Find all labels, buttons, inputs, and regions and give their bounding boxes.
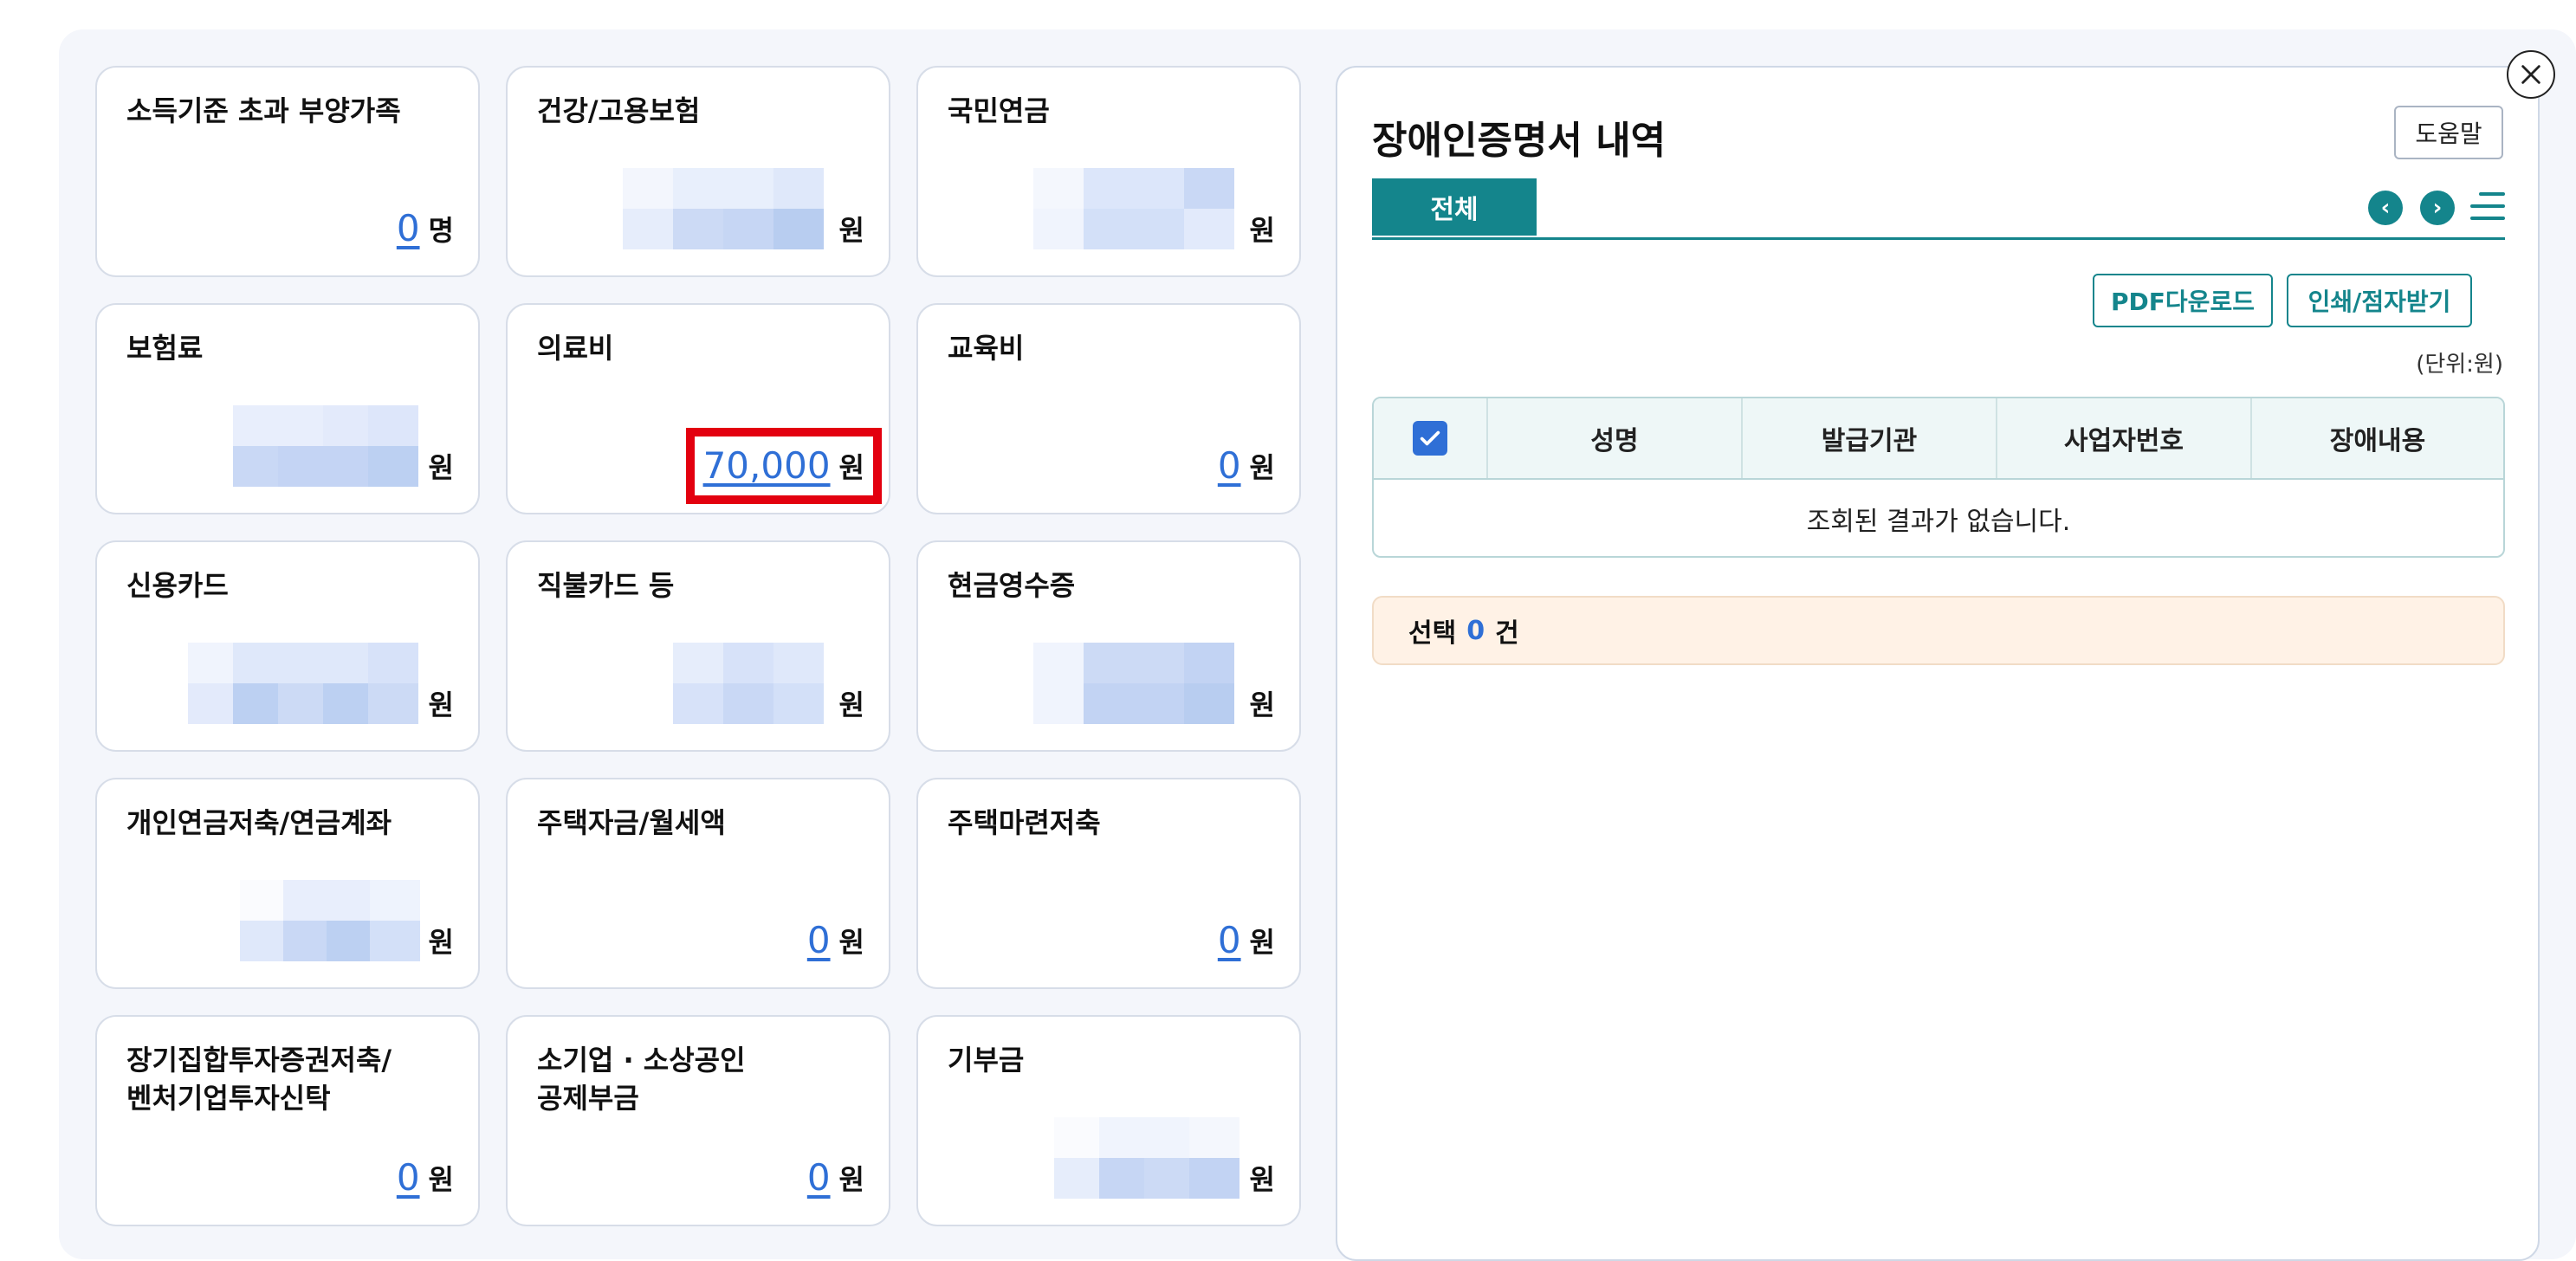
chevron-right-icon[interactable]: › [2420,191,2455,225]
card-housing-savings[interactable]: 주택마련저축 0 원 [916,778,1301,989]
card-title: 주택자금/월세액 [537,806,726,839]
chevron-left-icon[interactable]: ‹ [2368,191,2403,225]
card-small-business-mutual-aid[interactable]: 소기업 · 소상공인 공제부금 0 원 [506,1015,890,1226]
close-icon[interactable] [2507,50,2555,99]
card-housing-fund-rent[interactable]: 주택자금/월세액 0 원 [506,778,890,989]
disability-certificate-panel: 장애인증명서 내역 도움말 전체 ‹ › PDF다운로드 인쇄/점자받기 (단위… [1336,66,2540,1261]
column-header-issuer: 발급기관 [1741,398,1996,478]
card-value-link[interactable]: 70,000 [703,445,831,487]
card-value-link[interactable]: 0 [1218,920,1241,961]
help-button[interactable]: 도움말 [2394,106,2503,159]
card-value-link[interactable]: 0 [397,1157,420,1199]
card-value-link[interactable]: 0 [1218,445,1241,487]
card-cash-receipt[interactable]: 현금영수증 원 [916,540,1301,752]
highlighted-value: 70,000 원 [685,428,883,504]
card-title: 의료비 [537,332,614,365]
masked-amount [1032,168,1234,249]
card-unit: 원 [838,1163,864,1196]
masked-amount [672,643,824,724]
column-header-name: 성명 [1486,398,1741,478]
card-education-expense[interactable]: 교육비 0 원 [916,303,1301,514]
card-unit: 원 [1249,689,1275,721]
card-value-link[interactable]: 0 [397,208,420,249]
card-title: 건강/고용보험 [537,94,701,127]
card-title: 개인연금저축/연금계좌 [126,806,392,839]
card-value-link[interactable]: 0 [807,920,831,961]
card-unit: 원 [838,926,864,959]
card-unit: 원 [1249,214,1275,247]
card-unit: 원 [1249,926,1275,959]
card-unit: 원 [838,451,864,484]
card-unit: 원 [428,689,454,721]
card-title: 기부금 [948,1044,1025,1077]
card-unit: 원 [428,926,454,959]
card-personal-pension-savings[interactable]: 개인연금저축/연금계좌 원 [95,778,480,989]
card-title: 신용카드 [126,569,229,602]
card-title: 직불카드 등 [537,569,675,602]
card-title: 국민연금 [948,94,1050,127]
card-credit-card[interactable]: 신용카드 원 [95,540,480,752]
card-title: 소득기준 초과 부양가족 [126,94,401,127]
empty-message: 조회된 결과가 없습니다. [1806,507,2071,537]
summary-prefix: 선택 [1408,618,1457,649]
card-health-employment-insurance[interactable]: 건강/고용보험 원 [506,66,890,277]
print-braille-button[interactable]: 인쇄/점자받기 [2287,274,2472,327]
card-title: 현금영수증 [948,569,1076,602]
card-dependents-over-income[interactable]: 소득기준 초과 부양가족 0 명 [95,66,480,277]
card-long-term-investment[interactable]: 장기집합투자증권저축/ 벤처기업투자신탁 0 원 [95,1015,480,1226]
masked-amount [1032,643,1234,724]
card-unit: 원 [428,1163,454,1196]
card-national-pension[interactable]: 국민연금 원 [916,66,1301,277]
pdf-download-button[interactable]: PDF다운로드 [2093,274,2273,327]
masked-amount [239,880,420,961]
card-medical-expense[interactable]: 의료비 70,000 원 [506,303,890,514]
checkbox-checked-icon[interactable] [1413,421,1447,456]
summary-suffix: 건 [1495,618,1519,649]
masked-amount [232,405,418,487]
card-unit: 원 [838,689,864,721]
card-title: 보험료 [126,332,204,365]
panel-title: 장애인증명서 내역 [1372,119,1667,163]
masked-amount [187,643,418,724]
card-title: 교육비 [948,332,1025,365]
masked-amount [622,168,824,249]
card-unit: 명 [428,214,454,247]
card-unit: 원 [1249,1163,1275,1196]
card-title: 소기업 · 소상공인 공제부금 [537,1044,746,1115]
table-header: 성명 발급기관 사업자번호 장애내용 [1374,398,2503,480]
selected-count: 0 [1466,615,1485,646]
certificate-table: 성명 발급기관 사업자번호 장애내용 조회된 결과가 없습니다. [1372,397,2505,558]
tab-bar: 전체 ‹ › [1372,178,2505,240]
card-debit-card[interactable]: 직불카드 등 원 [506,540,890,752]
card-insurance-premium[interactable]: 보험료 원 [95,303,480,514]
card-value-link[interactable]: 0 [807,1157,831,1199]
masked-amount [1053,1117,1239,1199]
selection-summary: 선택 0 건 [1372,596,2505,665]
card-title: 장기집합투자증권저축/ 벤처기업투자신탁 [126,1044,392,1115]
card-unit: 원 [1249,451,1275,484]
hamburger-menu-icon[interactable] [2467,187,2505,225]
card-donation[interactable]: 기부금 원 [916,1015,1301,1226]
column-header-business-number: 사업자번호 [1996,398,2250,478]
column-header-disability-details: 장애내용 [2250,398,2503,478]
card-title: 주택마련저축 [948,806,1101,839]
unit-note: (단위:원) [2416,352,2503,378]
tab-all[interactable]: 전체 [1372,178,1537,236]
card-unit: 원 [838,214,864,247]
card-unit: 원 [428,451,454,484]
